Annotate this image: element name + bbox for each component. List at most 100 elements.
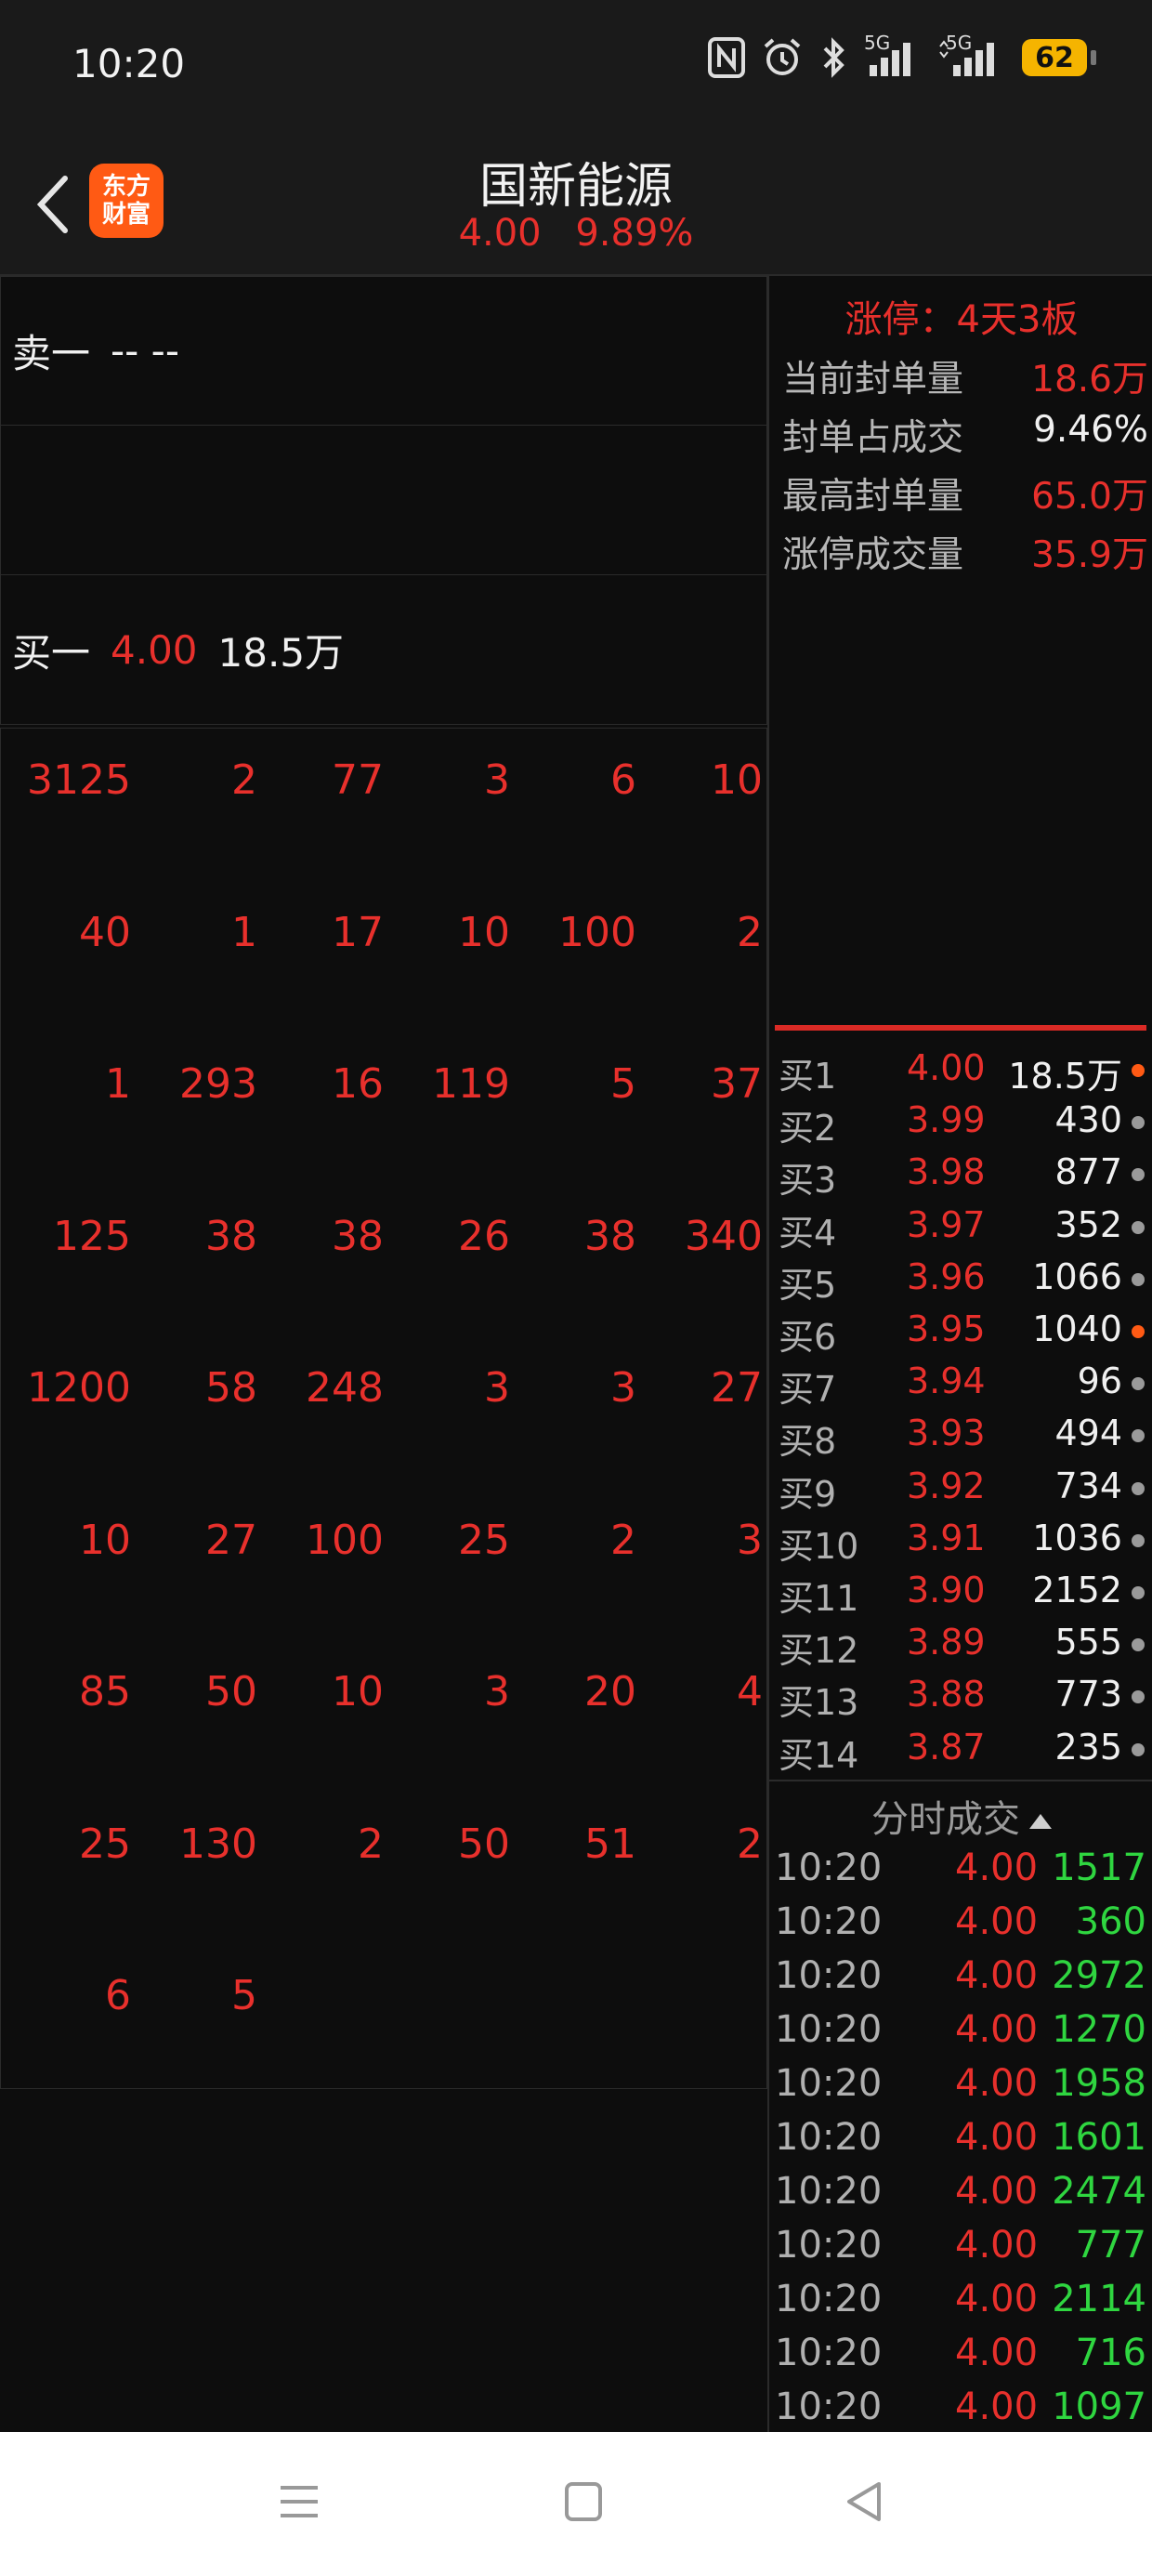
status-dot-icon: [1132, 1481, 1145, 1495]
bid-price: 4.00: [907, 1047, 986, 1088]
bid-level-row[interactable]: 买1 4.00 18.5万: [779, 1047, 1150, 1099]
queue-order-volume: 10: [332, 1668, 384, 1715]
tick-time: 10:20: [775, 1847, 883, 1889]
limit-item: 封单占成交 9.46%: [782, 409, 1148, 459]
tick-volume: 360: [1075, 1900, 1146, 1943]
tick-row[interactable]: 10:20 4.00 716: [775, 2332, 1146, 2385]
divider: [769, 1780, 1152, 1781]
tick-price: 4.00: [955, 2278, 1039, 2320]
status-bar: 10:20 5G 5G 62: [0, 0, 1152, 139]
queue-order-volume: 1: [105, 1060, 131, 1108]
stock-change-pct: 9.89%: [575, 212, 694, 255]
back-icon[interactable]: [842, 2478, 886, 2525]
queue-order-volume: 10: [79, 1516, 131, 1564]
bid-level-row[interactable]: 买8 3.93 494: [779, 1413, 1150, 1465]
bid-level-row[interactable]: 买10 3.91 1036: [779, 1518, 1150, 1570]
bid-level-row[interactable]: 买9 3.92 734: [779, 1465, 1150, 1518]
bid-price: 3.90: [907, 1570, 986, 1610]
bid-level-label: 买1: [779, 1056, 837, 1097]
tick-row[interactable]: 10:20 4.00 360: [775, 1900, 1146, 1954]
status-dot-icon: [1132, 1116, 1145, 1130]
bid-level-row[interactable]: 买4 3.97 352: [779, 1204, 1150, 1256]
tick-volume: 1958: [1052, 2062, 1146, 2105]
divider-red: [775, 1025, 1146, 1031]
bid-level-row[interactable]: 买5 3.96 1066: [779, 1256, 1150, 1308]
bid-level-row[interactable]: 买6 3.95 1040: [779, 1308, 1150, 1360]
tick-volume: 1517: [1052, 1847, 1146, 1889]
queue-order-volume: 100: [306, 1516, 384, 1564]
status-dot-icon: [1132, 1272, 1145, 1286]
bid-price: 3.95: [907, 1308, 986, 1349]
tick-row[interactable]: 10:20 4.00 1958: [775, 2062, 1146, 2116]
tick-row[interactable]: 10:20 4.00 2114: [775, 2278, 1146, 2332]
queue-order-volume: 3: [484, 1668, 510, 1715]
bid-volume: 235: [1054, 1726, 1122, 1768]
tick-volume: 2114: [1052, 2278, 1146, 2320]
right-panel: 涨停：4天3板 当前封单量 18.6万 封单占成交 9.46% 最高封单量 65…: [767, 276, 1152, 2432]
bid-price: 3.89: [907, 1622, 986, 1663]
status-dot-icon: [1132, 1638, 1145, 1652]
status-dot-icon: [1132, 1168, 1145, 1182]
bid-level-row[interactable]: 买13 3.88 773: [779, 1674, 1150, 1726]
queue-order-volume: 125: [53, 1212, 131, 1260]
queue-order-volume: 2: [737, 1820, 763, 1868]
queue-order-volume: 3125: [27, 756, 131, 804]
sell1-row[interactable]: 卖一 -- --: [0, 276, 767, 426]
sort-up-icon: [1029, 1814, 1052, 1829]
bid-level-label: 买12: [779, 1630, 859, 1672]
status-dot-icon: [1132, 1377, 1145, 1391]
tick-row[interactable]: 10:20 4.00 2972: [775, 1954, 1146, 2008]
queue-order-volume: 10: [458, 908, 510, 956]
queue-order-volume: 5: [231, 1972, 257, 2019]
queue-order-volume: 25: [458, 1516, 510, 1564]
tick-price: 4.00: [955, 1900, 1039, 1943]
bid-level-label: 买7: [779, 1369, 837, 1411]
buy1-row[interactable]: 买一 4.00 18.5万: [0, 575, 767, 725]
bid-level-row[interactable]: 买3 3.98 877: [779, 1151, 1150, 1203]
tick-row[interactable]: 10:20 4.00 777: [775, 2224, 1146, 2278]
bid-level-row[interactable]: 买7 3.94 96: [779, 1360, 1150, 1413]
tick-row[interactable]: 10:20 4.00 1270: [775, 2008, 1146, 2062]
bid-volume: 734: [1054, 1465, 1122, 1506]
home-icon[interactable]: [561, 2478, 606, 2525]
tick-price: 4.00: [955, 2385, 1039, 2428]
status-dot-icon: [1132, 1325, 1145, 1338]
bid-level-row[interactable]: 买2 3.99 430: [779, 1099, 1150, 1151]
tick-price: 4.00: [955, 2116, 1039, 2159]
status-dot-icon: [1132, 1429, 1145, 1443]
bid-level-label: 买2: [779, 1108, 837, 1150]
status-dot-icon: [1132, 1690, 1145, 1704]
bid-volume: 430: [1054, 1099, 1122, 1141]
tick-price: 4.00: [955, 1847, 1039, 1889]
signal-1: 5G: [864, 32, 922, 78]
queue-order-volume: 85: [79, 1668, 131, 1715]
queue-order-volume: 3: [610, 1364, 636, 1412]
bid-volume: 1066: [1032, 1255, 1122, 1297]
tick-row[interactable]: 10:20 4.00 2474: [775, 2170, 1146, 2224]
tick-volume: 1601: [1052, 2116, 1146, 2159]
tick-row[interactable]: 10:20 4.00 1517: [775, 1847, 1146, 1900]
tick-time: 10:20: [775, 2385, 883, 2428]
tick-time: 10:20: [775, 1900, 883, 1943]
tick-price: 4.00: [955, 2008, 1039, 2051]
bid-level-label: 买3: [779, 1160, 837, 1202]
tick-price: 4.00: [955, 2224, 1039, 2267]
tick-price: 4.00: [955, 2170, 1039, 2213]
bid-volume: 18.5万: [1008, 1056, 1122, 1097]
bid-level-row[interactable]: 买12 3.89 555: [779, 1622, 1150, 1674]
status-dot-icon: [1132, 1064, 1145, 1077]
bid-level-row[interactable]: 买14 3.87 235: [779, 1727, 1150, 1779]
queue-order-volume: 6: [105, 1972, 131, 2019]
queue-order-volume: 27: [711, 1364, 763, 1412]
ticks-header[interactable]: 分时成交: [769, 1789, 1152, 1843]
status-dot-icon: [1132, 1586, 1145, 1599]
queue-order-volume: 77: [332, 756, 384, 804]
menu-icon[interactable]: [277, 2478, 321, 2525]
bid-level-row[interactable]: 买11 3.90 2152: [779, 1570, 1150, 1622]
queue-order-volume: 3: [484, 756, 510, 804]
stock-header: 东方 财富 国新能源 4.00 9.89%: [0, 139, 1152, 276]
bid-price: 3.93: [907, 1413, 986, 1454]
queue-order-volume: 2: [231, 756, 257, 804]
status-icons: 5G 5G 62: [708, 32, 1096, 78]
tick-row[interactable]: 10:20 4.00 1601: [775, 2116, 1146, 2170]
